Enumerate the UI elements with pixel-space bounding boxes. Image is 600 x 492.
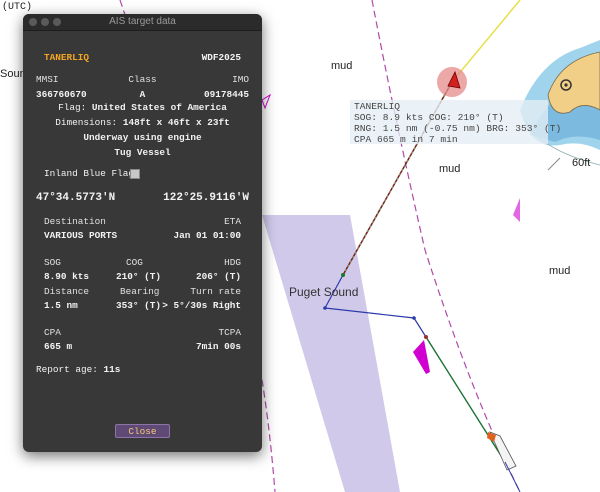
destination-label: Destination <box>44 216 106 227</box>
inland-flag-label: Inland Blue Flag <box>44 168 135 179</box>
target-label-name: TANERLIQ <box>354 101 401 112</box>
target-info-label: TANERLIQ SOG: 8.9 kts COG: 210° (T) RNG:… <box>350 100 562 145</box>
cog-label: COG <box>126 257 143 268</box>
cog-value: 210° (T) <box>116 271 162 282</box>
target-label-line1: SOG: 8.9 kts COG: 210° (T) <box>354 112 504 123</box>
report-age-value: 11s <box>103 364 121 375</box>
class-label: Class <box>128 74 157 85</box>
distance-label: Distance <box>44 286 90 297</box>
sog-label: SOG <box>44 257 61 268</box>
eta-value: Jan 01 01:00 <box>173 230 241 241</box>
puget-sound-label: Puget Sound <box>289 285 359 299</box>
imo-value: 09178445 <box>203 89 249 100</box>
tcpa-label: TCPA <box>218 327 241 338</box>
bearing-label: Bearing <box>120 286 160 297</box>
close-button[interactable]: Close <box>115 424 170 438</box>
report-age-row: Report age: 11s <box>36 364 120 375</box>
nav-status: Underway using engine <box>83 132 202 143</box>
target-label-line3: CPA 665 m in 7 min <box>354 134 458 145</box>
vessel-name: TANERLIQ <box>44 52 90 63</box>
tcpa-value: 7min 00s <box>195 341 241 352</box>
flag-value: United States of America <box>91 102 227 113</box>
inland-flag-checkbox[interactable] <box>130 169 140 179</box>
depth-label: 60ft <box>572 157 591 169</box>
mud-label: mud <box>439 163 461 175</box>
flag-label: Flag: <box>58 102 87 113</box>
bearing-value: 353° (T) <box>116 300 162 311</box>
mud-label: mud <box>331 60 353 72</box>
target-label-line2: RNG: 1.5 nm (-0.75 nm) BRG: 353° (T) <box>354 123 562 134</box>
dimensions-row: Dimensions: 148ft x 46ft x 23ft <box>23 117 262 128</box>
cpa-value: 665 m <box>44 341 73 352</box>
vessel-callsign: WDF2025 <box>201 52 241 63</box>
dimensions-value: 148ft x 46ft x 23ft <box>122 117 230 128</box>
ais-target-window: AIS target data TANERLIQ WDF2025 MMSI Cl… <box>23 14 262 452</box>
flag-row: Flag: United States of America <box>23 102 262 113</box>
cpa-label: CPA <box>44 327 61 338</box>
destination-value: VARIOUS PORTS <box>44 230 118 241</box>
window-title: AIS target data <box>109 16 176 27</box>
dimensions-label: Dimensions: <box>55 117 118 128</box>
report-age-label: Report age: <box>36 364 98 375</box>
window-titlebar[interactable]: AIS target data <box>23 14 262 31</box>
hdg-label: HDG <box>224 257 241 268</box>
latitude: 47°34.5773'N <box>36 192 116 204</box>
imo-label: IMO <box>232 74 249 85</box>
ship-type: Tug Vessel <box>114 147 171 158</box>
sog-value: 8.90 kts <box>44 271 90 282</box>
mud-label: mud <box>549 265 571 277</box>
eta-label: ETA <box>224 216 241 227</box>
longitude: 122°25.9116'W <box>163 192 249 204</box>
turn-rate-label: Turn rate <box>190 286 241 297</box>
distance-value: 1.5 nm <box>44 300 78 311</box>
turn-rate-value: > 5°/30s Right <box>162 300 241 311</box>
utc-label: (UTC) <box>2 2 33 13</box>
hdg-value: 206° (T) <box>195 271 241 282</box>
